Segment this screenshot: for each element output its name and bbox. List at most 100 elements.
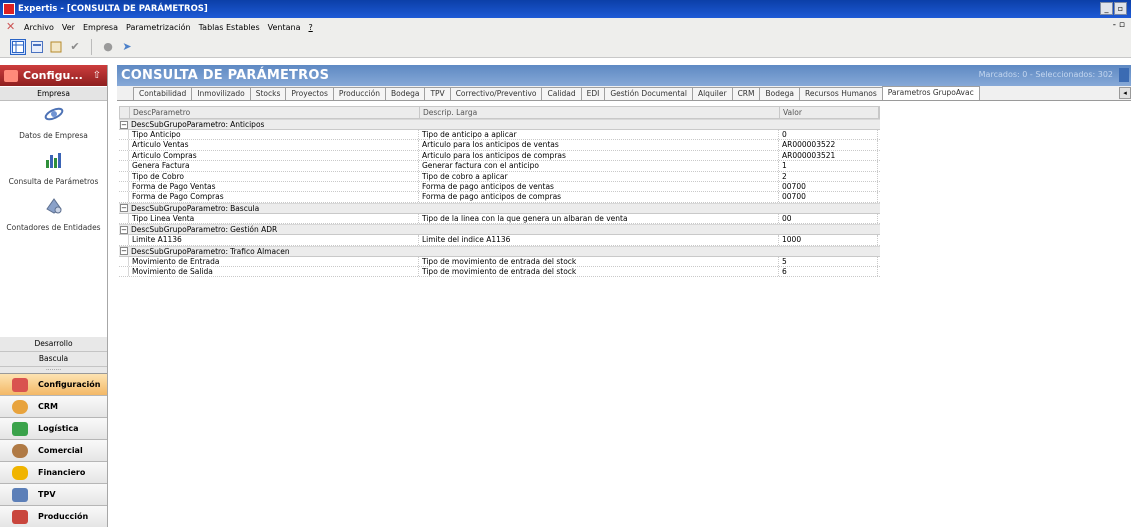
cell-valor[interactable]: 00 <box>779 213 878 224</box>
cell-descparametro[interactable]: Tipo Anticipo <box>129 130 419 140</box>
collapse-icon[interactable]: − <box>120 225 128 234</box>
cell-valor[interactable]: 1 <box>779 161 878 171</box>
cell-valor[interactable]: 0 <box>779 130 878 140</box>
cell-descparametro[interactable]: Movimiento de Entrada <box>129 256 419 266</box>
tab-inmovilizado[interactable]: Inmovilizado <box>191 87 251 100</box>
cell-descrip-larga[interactable]: Tipo de la linea con la que genera un al… <box>419 213 779 224</box>
menu-empresa[interactable]: Empresa <box>83 23 118 32</box>
tab-calidad[interactable]: Calidad <box>541 87 582 100</box>
menu-tablas-estables[interactable]: Tablas Estables <box>199 23 260 32</box>
cell-valor[interactable]: 6 <box>779 266 878 277</box>
cell-descparametro[interactable]: Articulo Compras <box>129 150 419 161</box>
cell-descparametro[interactable]: Genera Factura <box>129 161 419 171</box>
cell-valor[interactable]: 5 <box>779 256 878 266</box>
tab-recursos-humanos[interactable]: Recursos Humanos <box>798 87 883 100</box>
collapse-icon[interactable]: − <box>120 204 128 213</box>
cell-descrip-larga[interactable]: Generar factura con el anticipo <box>419 161 779 171</box>
check-icon[interactable]: ✔ <box>67 39 83 55</box>
table-row[interactable]: Genera Factura Generar factura con el ant… <box>119 161 880 172</box>
module-financiero[interactable]: Financiero <box>0 462 107 484</box>
tab-gestion-documental[interactable]: Gestión Documental <box>604 87 693 100</box>
cell-descparametro[interactable]: Articulo Ventas <box>129 140 419 150</box>
table-row[interactable]: Tipo Anticipo Tipo de anticipo a aplicar 0 <box>119 130 880 141</box>
mdi-window-controls[interactable]: - ▫ <box>1113 20 1125 30</box>
pin-icon[interactable]: ⇧ <box>93 70 101 81</box>
cell-valor[interactable]: 1000 <box>779 235 878 245</box>
tab-scroll-left-icon[interactable]: ◂ <box>1119 87 1131 99</box>
collapse-icon[interactable]: − <box>120 247 128 256</box>
group-row[interactable]: − DescSubGrupoParametro: Anticipos <box>119 119 880 130</box>
cell-descrip-larga[interactable]: Forma de pago anticipos de compras <box>419 192 779 202</box>
module-configuracion[interactable]: Configuración <box>0 374 107 396</box>
column-header-descrip-larga[interactable]: Descrip. Larga <box>420 107 780 118</box>
list-view-icon[interactable] <box>48 39 64 55</box>
cell-descrip-larga[interactable]: Tipo de movimiento de entrada del stock <box>419 266 779 277</box>
cell-descparametro[interactable]: Tipo de Cobro <box>129 171 419 181</box>
cell-descrip-larga[interactable]: Tipo de anticipo a aplicar <box>419 130 779 140</box>
cell-descparametro[interactable]: Limite A1136 <box>129 235 419 245</box>
group-row[interactable]: − DescSubGrupoParametro: Trafico Almacen <box>119 245 880 257</box>
item-consulta-parametros[interactable]: Consulta de Parámetros <box>0 147 107 193</box>
tab-stocks[interactable]: Stocks <box>249 87 287 100</box>
cell-descparametro[interactable]: Movimiento de Salida <box>129 266 419 277</box>
tab-edi[interactable]: EDI <box>580 87 606 100</box>
item-datos-empresa[interactable]: Datos de Empresa <box>0 101 107 147</box>
menu-ver[interactable]: Ver <box>62 23 75 32</box>
column-header-descparametro[interactable]: DescParametro <box>130 107 420 118</box>
item-contadores-entidades[interactable]: Contadores de Entidades <box>0 193 107 239</box>
cell-descrip-larga[interactable]: Forma de pago anticipos de ventas <box>419 181 779 192</box>
menu-parametrizacion[interactable]: Parametrización <box>126 23 191 32</box>
table-row[interactable]: Tipo Linea Venta Tipo de la linea con la … <box>119 213 880 225</box>
tab-parametros-grupoavac[interactable]: Parametros GrupoAvac <box>881 86 980 100</box>
tab-contabilidad[interactable]: Contabilidad <box>133 87 193 100</box>
tab-crm[interactable]: CRM <box>731 87 761 100</box>
panel-splitter[interactable]: ........ <box>0 366 107 374</box>
module-logistica[interactable]: Logística <box>0 418 107 440</box>
cell-valor[interactable]: AR000003522 <box>779 140 878 150</box>
tab-bodega[interactable]: Bodega <box>384 87 426 100</box>
tab-produccion[interactable]: Producción <box>332 87 386 100</box>
menu-ventana[interactable]: Ventana <box>268 23 301 32</box>
grid-view-icon[interactable] <box>10 38 26 55</box>
stop-icon[interactable]: ● <box>100 39 116 55</box>
cell-descrip-larga[interactable]: Tipo de cobro a aplicar <box>419 171 779 181</box>
minimize-button[interactable]: _ <box>1100 2 1113 15</box>
cell-valor[interactable]: 00700 <box>779 181 878 192</box>
collapse-icon[interactable]: − <box>120 120 128 129</box>
group-row[interactable]: − DescSubGrupoParametro: Gestión ADR <box>119 224 880 236</box>
module-comercial[interactable]: Comercial <box>0 440 107 462</box>
tab-alquiler[interactable]: Alquiler <box>691 87 733 100</box>
form-view-icon[interactable] <box>29 39 45 55</box>
group-desarrollo[interactable]: Desarrollo <box>0 337 107 352</box>
column-header-valor[interactable]: Valor <box>780 107 879 118</box>
cell-descrip-larga[interactable]: Articulo para los anticipos de ventas <box>419 140 779 150</box>
restore-button[interactable]: ▫ <box>1114 2 1127 15</box>
module-crm[interactable]: CRM <box>0 396 107 418</box>
cell-descrip-larga[interactable]: Articulo para los anticipos de compras <box>419 150 779 161</box>
cell-descparametro[interactable]: Forma de Pago Ventas <box>129 181 419 192</box>
table-row[interactable]: Articulo Compras Articulo para los antici… <box>119 150 880 162</box>
cell-valor[interactable]: 00700 <box>779 192 878 202</box>
document-icon[interactable]: ✕ <box>6 21 20 33</box>
module-produccion[interactable]: Producción <box>0 506 107 527</box>
tab-correctivo-preventivo[interactable]: Correctivo/Preventivo <box>449 87 543 100</box>
group-empresa[interactable]: Empresa <box>0 86 107 101</box>
table-row[interactable]: Forma de Pago Compras Forma de pago antic… <box>119 192 880 203</box>
group-row[interactable]: − DescSubGrupoParametro: Bascula <box>119 202 880 214</box>
tab-proyectos[interactable]: Proyectos <box>285 87 334 100</box>
menu-archivo[interactable]: Archivo <box>24 23 54 32</box>
cell-descparametro[interactable]: Tipo Linea Venta <box>129 213 419 224</box>
tab-bodega-2[interactable]: Bodega <box>759 87 800 100</box>
table-row[interactable]: Movimiento de Salida Tipo de movimiento d… <box>119 266 880 278</box>
cell-descrip-larga[interactable]: Tipo de movimiento de entrada del stock <box>419 256 779 266</box>
cell-valor[interactable]: 2 <box>779 171 878 181</box>
table-row[interactable]: Articulo Ventas Articulo para los anticip… <box>119 140 880 151</box>
module-tpv[interactable]: TPV <box>0 484 107 506</box>
cell-descrip-larga[interactable]: Limite del indice A1136 <box>419 235 779 245</box>
tab-tpv[interactable]: TPV <box>424 87 451 100</box>
menu-help[interactable]: ? <box>309 23 313 32</box>
cell-valor[interactable]: AR000003521 <box>779 150 878 161</box>
table-row[interactable]: Movimiento de Entrada Tipo de movimiento … <box>119 256 880 267</box>
table-row[interactable]: Tipo de Cobro Tipo de cobro a aplicar 2 <box>119 171 880 182</box>
cell-descparametro[interactable]: Forma de Pago Compras <box>129 192 419 202</box>
